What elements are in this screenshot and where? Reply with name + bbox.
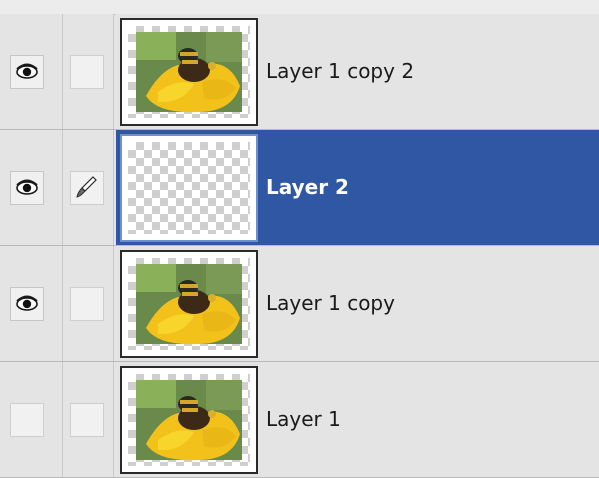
visibility-toggle[interactable] — [10, 171, 44, 205]
visibility-cell[interactable] — [0, 362, 63, 477]
layer-name[interactable]: Layer 1 copy — [266, 246, 395, 360]
link-toggle[interactable] — [70, 287, 104, 321]
link-toggle[interactable] — [70, 171, 104, 205]
transparency-checkerboard — [128, 26, 250, 118]
visibility-cell[interactable] — [0, 246, 63, 361]
link-toggle[interactable] — [70, 403, 104, 437]
transparency-checkerboard — [128, 374, 250, 466]
layer-thumbnail[interactable] — [120, 366, 258, 474]
layer-row-layer-1-copy-2[interactable]: Layer 1 copy 2 — [0, 14, 599, 130]
link-cell[interactable] — [63, 130, 114, 245]
layer-row-layer-1[interactable]: Layer 1 — [0, 362, 599, 478]
flower-thumbnail-image — [136, 32, 242, 113]
layer-row-layer-2[interactable]: Layer 2 — [0, 130, 599, 246]
layer-thumbnail[interactable] — [120, 18, 258, 126]
link-cell[interactable] — [63, 14, 114, 129]
eye-icon — [16, 63, 38, 79]
panel-top-strip — [0, 0, 599, 15]
flower-thumbnail-image — [136, 380, 242, 461]
visibility-cell[interactable] — [0, 130, 63, 245]
eye-icon — [16, 179, 38, 195]
layer-name[interactable]: Layer 1 — [266, 362, 341, 476]
layers-panel: Layer 1 copy 2 Layer 2 Layer 1 copy Laye… — [0, 0, 599, 478]
transparency-checkerboard — [128, 258, 250, 350]
transparency-checkerboard — [128, 142, 250, 234]
layer-thumbnail[interactable] — [120, 250, 258, 358]
visibility-toggle[interactable] — [10, 403, 44, 437]
layer-row-layer-1-copy[interactable]: Layer 1 copy — [0, 246, 599, 362]
link-cell[interactable] — [63, 362, 114, 477]
layer-name[interactable]: Layer 2 — [266, 130, 349, 244]
visibility-cell[interactable] — [0, 14, 63, 129]
link-cell[interactable] — [63, 246, 114, 361]
visibility-toggle[interactable] — [10, 287, 44, 321]
flower-thumbnail-image — [136, 264, 242, 345]
link-toggle[interactable] — [70, 55, 104, 89]
brush-icon — [76, 176, 97, 198]
visibility-toggle[interactable] — [10, 55, 44, 89]
layer-name[interactable]: Layer 1 copy 2 — [266, 14, 414, 128]
layer-thumbnail[interactable] — [120, 134, 258, 242]
eye-icon — [16, 295, 38, 311]
